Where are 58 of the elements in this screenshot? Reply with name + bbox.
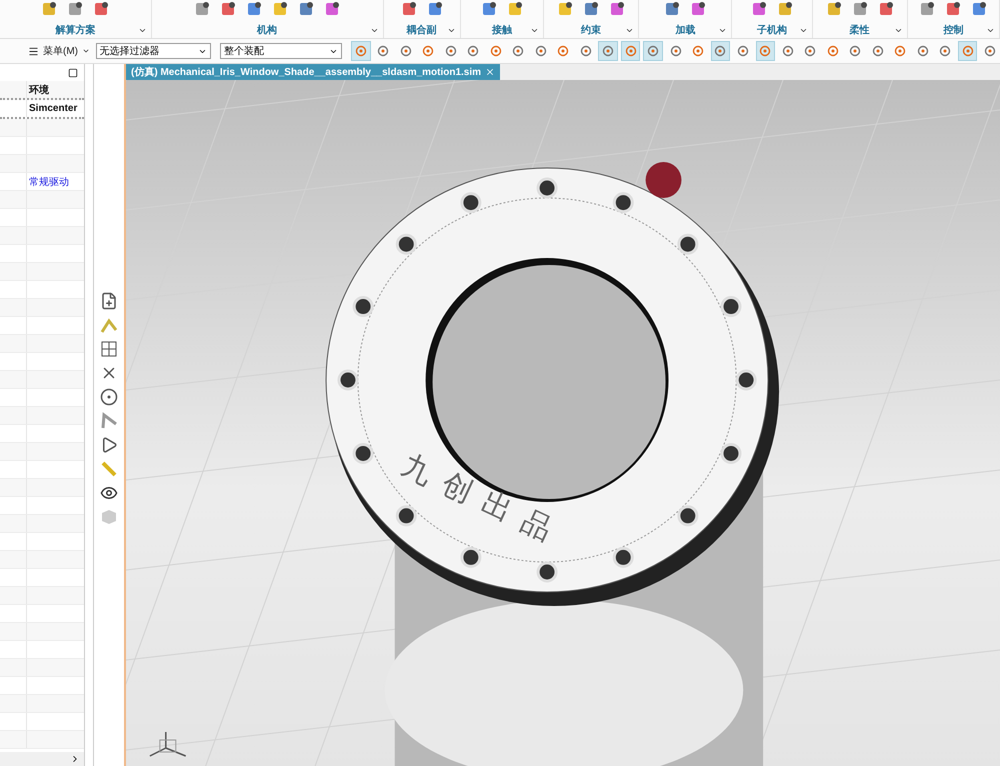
ribbon-group-label: 柔性: [850, 24, 870, 37]
tool-icon[interactable]: [556, 0, 574, 18]
new-file-icon[interactable]: [100, 292, 118, 310]
caret-icon[interactable]: [894, 26, 903, 35]
table-cell-text: 常规驱动: [29, 176, 69, 188]
caret-icon[interactable]: [530, 26, 540, 35]
tool-icon[interactable]: [608, 0, 626, 18]
tool-icon[interactable]: [66, 0, 84, 18]
tool-icon[interactable]: [750, 0, 768, 18]
caret-icon[interactable]: [82, 47, 90, 55]
tool-icon[interactable]: [944, 0, 962, 18]
grid-icon[interactable]: [100, 340, 118, 358]
caret-icon[interactable]: [986, 26, 995, 35]
caret-icon[interactable]: [718, 26, 728, 35]
caret-icon[interactable]: [138, 26, 147, 35]
tool-icon[interactable]: [193, 0, 212, 18]
caret-icon[interactable]: [370, 26, 379, 35]
menu-icon[interactable]: [28, 46, 39, 56]
eye-icon[interactable]: [100, 484, 118, 502]
tool-icon[interactable]: [918, 0, 936, 18]
ribbon-group-label: 约束: [581, 24, 602, 37]
tool-icon[interactable]: [689, 0, 708, 18]
play-icon[interactable]: [100, 436, 118, 454]
selection-filter-dropdown[interactable]: 无选择过滤器: [96, 43, 212, 59]
tool-icon[interactable]: [582, 0, 600, 18]
tool-icon[interactable]: [92, 0, 110, 18]
tool-icon[interactable]: [245, 0, 264, 18]
caret-icon[interactable]: [446, 26, 456, 35]
ribbon-group-label: 耦合副: [406, 24, 437, 37]
ribbon-group-label: 解算方案: [55, 23, 96, 37]
tool-icon[interactable]: [271, 0, 290, 18]
tool-icon[interactable]: [970, 0, 988, 18]
caret-icon[interactable]: [625, 26, 634, 35]
target-icon[interactable]: [488, 44, 503, 58]
model-engraving: 九创出品: [396, 447, 570, 554]
step-icon[interactable]: [100, 388, 118, 406]
ribbon-group-label: 控制: [943, 24, 964, 37]
ribbon-group-label: 加载: [675, 24, 696, 37]
table-cell: Simcenter: [29, 103, 78, 114]
axis-triad-icon: [149, 731, 186, 757]
3d-viewport[interactable]: 九创出品: [126, 80, 1000, 766]
ribbon-group-label: 子机构: [757, 24, 788, 37]
tool-icon[interactable]: [663, 0, 682, 18]
tool-icon[interactable]: [219, 0, 238, 18]
menu-button[interactable]: 菜单(M): [26, 44, 93, 58]
maximize-icon[interactable]: [68, 68, 78, 78]
link-icon[interactable]: [100, 412, 118, 430]
tool-icon[interactable]: [323, 0, 342, 18]
ribbon-group-label: 接触: [492, 24, 512, 37]
column-header: 环境: [29, 83, 49, 96]
tool-icon[interactable]: [776, 0, 794, 18]
tool-icon[interactable]: [297, 0, 316, 18]
assembly-scope-dropdown[interactable]: 整个装配: [220, 43, 342, 59]
target-icon[interactable]: [848, 44, 862, 58]
ribbon-group-label: 机构: [257, 24, 278, 37]
tool-icon[interactable]: [40, 0, 58, 18]
close-icon[interactable]: [485, 67, 496, 77]
caret-icon[interactable]: [798, 26, 808, 35]
